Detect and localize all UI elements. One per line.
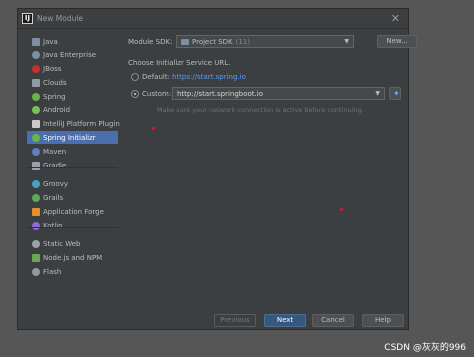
sidebar-item-label: Java Enterprise — [43, 50, 97, 59]
sidebar-item[interactable]: Flash — [27, 265, 118, 278]
sidebar-item[interactable]: Kotlin — [27, 219, 118, 232]
sidebar-item-label: Kotlin — [43, 221, 63, 230]
sdk-version: (11) — [235, 37, 250, 46]
sidebar-item-label: Gradle — [43, 161, 67, 170]
spring-icon — [32, 92, 40, 101]
groovy-icon — [32, 179, 40, 188]
title-bar: IJ New Module ✕ — [18, 9, 408, 29]
sdk-value: Project SDK — [192, 37, 233, 46]
chevron-down-icon: ▼ — [375, 90, 380, 97]
intellij-icon: IJ — [22, 13, 33, 24]
sidebar-item-label: Static Web — [43, 239, 81, 248]
module-type-list: Java Java Enterprise JBoss Clouds Spring Andr… — [27, 32, 120, 322]
sdk-folder-icon — [181, 38, 189, 45]
sidebar-item[interactable]: Node.js and NPM — [27, 251, 118, 264]
module-sdk-label: Module SDK: — [128, 38, 173, 46]
grails-icon — [32, 193, 40, 202]
custom-url-radio[interactable] — [131, 90, 139, 98]
help-button[interactable]: Help — [362, 314, 404, 327]
sidebar-item-label: Android — [43, 105, 71, 114]
sidebar-item[interactable]: Application Forge — [27, 205, 118, 218]
browse-button[interactable]: ✦ — [389, 87, 401, 100]
default-label: Default: — [142, 73, 170, 81]
sidebar-item-label: JBoss — [43, 64, 62, 73]
spring-initializr-icon — [32, 133, 40, 142]
folder-icon — [32, 50, 40, 59]
sidebar-item-label: Node.js and NPM — [43, 253, 103, 262]
sidebar-item-label: Grails — [43, 193, 64, 202]
custom-url-value: http://start.springboot.io — [177, 89, 263, 98]
new-sdk-button[interactable]: New... — [377, 35, 417, 48]
sidebar-item[interactable]: Java Enterprise — [27, 48, 118, 61]
window-title: New Module — [37, 14, 84, 23]
forge-icon — [32, 207, 40, 216]
watermark: CSDN @灰灰的996 — [384, 343, 466, 353]
annotation-dot — [340, 208, 343, 211]
sidebar-item-label: Java — [43, 37, 58, 46]
sidebar-item[interactable]: Groovy — [27, 177, 118, 190]
sidebar-item-label: Spring Initializr — [43, 133, 96, 142]
flash-icon — [32, 267, 40, 276]
sidebar-item-label: IntelliJ Platform Plugin — [43, 119, 120, 128]
initializr-heading: Choose Initializr Service URL. — [128, 59, 231, 67]
sidebar-item[interactable]: Android — [27, 103, 118, 116]
new-module-dialog: IJ New Module ✕ Java Java Enterprise JBoss… — [17, 8, 417, 330]
custom-url-input[interactable]: http://start.springboot.io ▼ — [172, 87, 385, 100]
default-url-link[interactable]: https://start.spring.io — [172, 73, 246, 81]
sidebar-item[interactable]: Clouds — [27, 76, 118, 89]
kotlin-icon — [32, 221, 40, 230]
sidebar-item[interactable]: Grails — [27, 191, 118, 204]
custom-label: Custom: — [142, 90, 172, 98]
sidebar-item-label: Maven — [43, 147, 67, 156]
sidebar-item-label: Groovy — [43, 179, 68, 188]
sidebar-item[interactable]: Java — [27, 35, 118, 48]
network-hint: Make sure your network connection is act… — [157, 106, 364, 114]
initializr-panel: Module SDK: Project SDK (11) ▼ New... Ch… — [128, 32, 417, 292]
folder-icon — [32, 37, 40, 46]
sidebar-divider — [27, 167, 118, 168]
sidebar-item[interactable]: Spring Initializr — [27, 131, 118, 144]
android-icon — [32, 105, 40, 114]
sidebar-item[interactable]: IntelliJ Platform Plugin — [27, 117, 120, 130]
sidebar-item-label: Flash — [43, 267, 62, 276]
sidebar-item-label: Application Forge — [43, 207, 104, 216]
next-button[interactable]: Next — [264, 314, 306, 327]
sidebar-item[interactable]: Static Web — [27, 237, 118, 250]
add-icon: ✦ — [393, 89, 400, 98]
nodejs-icon — [32, 253, 40, 262]
sidebar-item[interactable]: Spring — [27, 90, 118, 103]
default-url-radio[interactable] — [131, 73, 139, 81]
sidebar-item-label: Clouds — [43, 78, 67, 87]
cancel-button[interactable]: Cancel — [312, 314, 354, 327]
sidebar-item-label: Spring — [43, 92, 66, 101]
jboss-icon — [32, 64, 40, 73]
annotation-dot — [152, 127, 155, 130]
globe-icon — [32, 239, 40, 248]
sidebar-divider — [27, 227, 118, 228]
chevron-down-icon: ▼ — [344, 38, 349, 45]
sidebar-item[interactable]: Gradle — [27, 159, 118, 172]
close-icon[interactable]: ✕ — [391, 12, 400, 25]
cloud-icon — [32, 78, 40, 87]
module-sdk-select[interactable]: Project SDK (11) ▼ — [176, 35, 354, 48]
previous-button[interactable]: Previous — [214, 314, 256, 327]
maven-icon — [32, 147, 40, 156]
gradle-icon — [32, 161, 40, 170]
sidebar-item[interactable]: JBoss — [27, 62, 118, 75]
sidebar-item[interactable]: Maven — [27, 145, 118, 158]
plugin-icon — [32, 119, 40, 128]
